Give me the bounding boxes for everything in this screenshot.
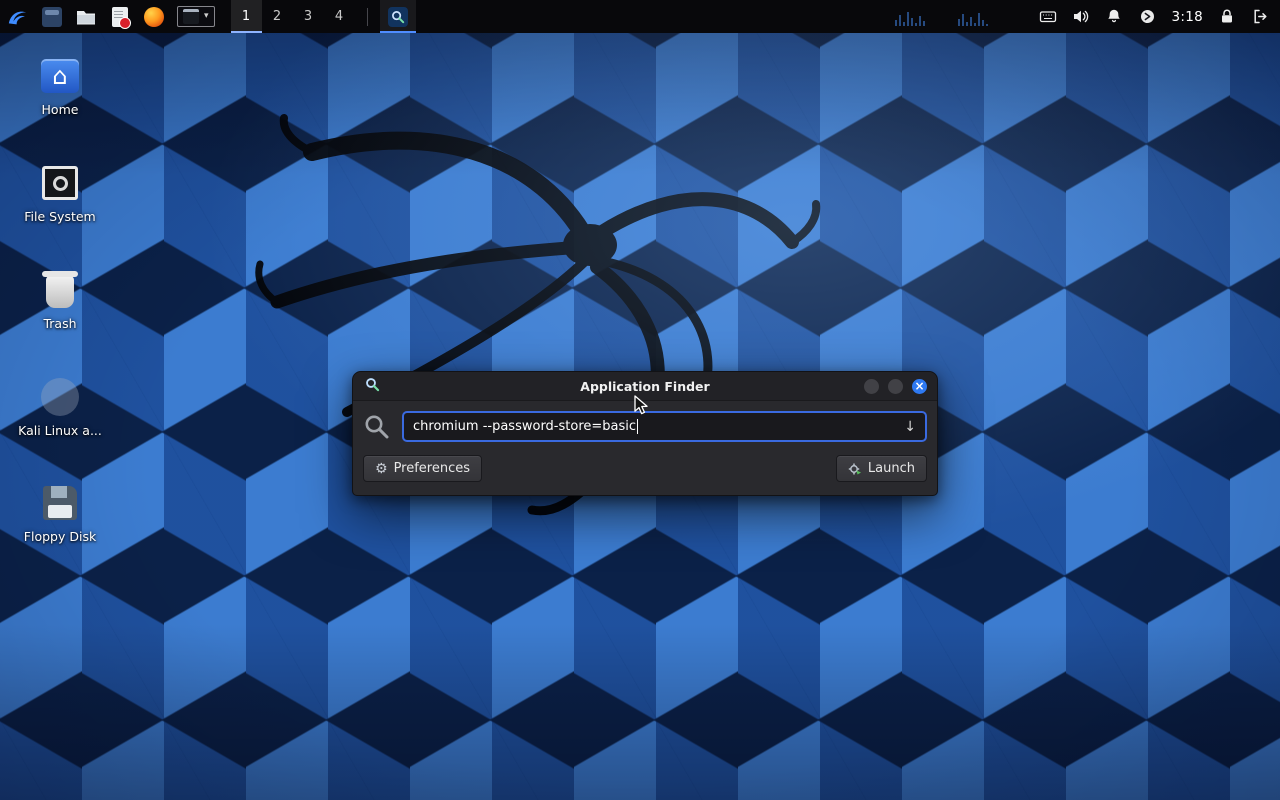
folder-icon [76,8,96,26]
workspace-4-button[interactable]: 4 [324,0,355,33]
launch-icon [848,462,862,476]
panel-launchers: ▾ [0,6,215,28]
minimize-button[interactable] [864,379,879,394]
desktop-icon-label: Kali Linux a... [12,423,108,438]
desktop-icon-trash[interactable]: Trash [12,270,108,331]
keyboard-tray-icon[interactable] [1039,8,1057,26]
window-icon [42,7,62,27]
close-icon: × [914,380,924,392]
desktop-icon-label: Floppy Disk [12,529,108,544]
command-text: chromium --password-store=basic [413,419,636,434]
preferences-label: Preferences [394,461,470,476]
application-finder-icon [365,377,380,396]
house-glyph: ⌂ [52,64,67,88]
desktop-icon-kali-linux[interactable]: Kali Linux a... [12,377,108,438]
text-caret [637,419,638,434]
finder-body: chromium --password-store=basic ↓ ⚙ Pref… [353,401,937,495]
text-editor-launcher[interactable] [109,6,131,28]
status-circle-icon[interactable] [1138,8,1156,26]
kali-disc-icon [41,378,79,416]
gear-icon: ⚙ [375,462,388,476]
system-monitor-graph [893,6,1013,27]
desktop-icon-home[interactable]: ⌂ Home [12,56,108,117]
kali-logo-icon [7,6,29,28]
window-manager-launcher[interactable] [41,6,63,28]
close-button[interactable]: × [912,379,927,394]
desktop-icon-label: File System [12,209,108,224]
desktop-icon-label: Home [12,102,108,117]
system-tray: 3:18 [1039,8,1280,26]
workspace-1-label: 1 [242,9,250,24]
notifications-bell-icon[interactable] [1105,8,1123,26]
desktop-icon-label: Trash [12,316,108,331]
titlebar[interactable]: Application Finder × [353,372,937,401]
search-icon [363,413,391,441]
terminal-dropdown-launcher[interactable]: ▾ [177,6,215,27]
firefox-icon [144,7,164,27]
lock-screen-icon[interactable] [1218,8,1236,26]
maximize-button[interactable] [888,379,903,394]
taskbar-application-finder[interactable] [380,0,416,33]
floppy-disk-icon [43,486,77,520]
firefox-launcher[interactable] [143,6,165,28]
chevron-down-icon: ▾ [204,12,209,21]
terminal-icon [183,9,199,24]
desktop-icon-file-system[interactable]: File System [12,163,108,224]
file-manager-launcher[interactable] [75,6,97,28]
workspace-1-button[interactable]: 1 [231,0,262,33]
logout-icon[interactable] [1251,8,1269,26]
workspace-3-label: 3 [304,9,312,24]
clock[interactable]: 3:18 [1171,9,1203,25]
top-panel: ▾ 1 2 3 4 [0,0,1280,33]
window-title: Application Finder [353,379,937,394]
desktop-root: ▾ 1 2 3 4 [0,0,1280,800]
workspace-2-button[interactable]: 2 [262,0,293,33]
workspace-4-label: 4 [335,9,343,24]
command-input[interactable]: chromium --password-store=basic ↓ [402,411,927,442]
workspace-3-button[interactable]: 3 [293,0,324,33]
launch-label: Launch [868,461,915,476]
file-system-drive-icon [42,166,78,200]
workspace-pager: 1 2 3 4 [231,0,355,33]
volume-icon[interactable] [1072,8,1090,26]
workspace-2-label: 2 [273,9,281,24]
trash-can-icon [46,276,74,308]
kali-menu-button[interactable] [7,6,29,28]
home-folder-icon: ⌂ [41,59,79,93]
document-icon [112,7,128,27]
launch-button[interactable]: Launch [836,455,927,482]
application-finder-task-icon [388,7,408,27]
desktop-icon-floppy-disk[interactable]: Floppy Disk [12,483,108,544]
application-finder-window: Application Finder × chromium --password… [352,371,938,496]
window-controls: × [864,379,937,394]
preferences-button[interactable]: ⚙ Preferences [363,455,482,482]
panel-separator [367,8,368,26]
dropdown-arrow-icon[interactable]: ↓ [896,419,916,435]
